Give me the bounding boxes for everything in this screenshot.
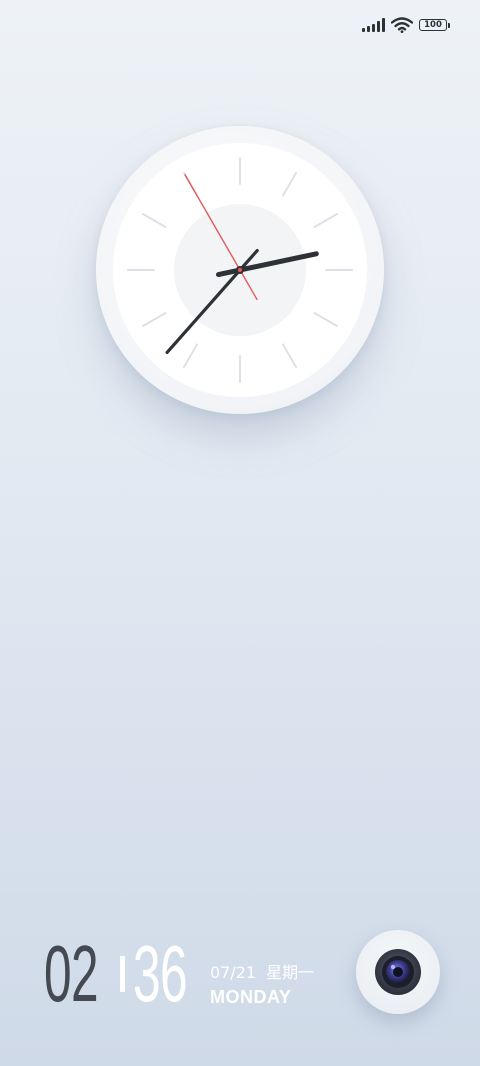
analog-clock[interactable] bbox=[96, 126, 384, 414]
clock-face bbox=[113, 143, 367, 397]
lock-time: 02 36 bbox=[44, 934, 199, 1014]
camera-icon bbox=[375, 949, 421, 995]
date-numeric: 07/21 bbox=[210, 963, 257, 982]
time-minutes: 36 bbox=[133, 929, 188, 1018]
status-bar: 100 bbox=[362, 14, 450, 36]
date-block: 07/21 星期一 MONDAY bbox=[210, 962, 314, 1010]
battery-icon: 100 bbox=[419, 19, 450, 31]
wifi-icon bbox=[391, 17, 413, 33]
weekday-cn: 星期一 bbox=[266, 963, 315, 982]
time-divider bbox=[120, 956, 125, 992]
clock-pivot-center bbox=[238, 268, 242, 272]
time-hours: 02 bbox=[44, 929, 99, 1018]
weekday-en: MONDAY bbox=[210, 987, 292, 1007]
battery-level: 100 bbox=[424, 19, 442, 30]
camera-shortcut-button[interactable] bbox=[356, 930, 440, 1014]
signal-icon bbox=[362, 18, 385, 32]
